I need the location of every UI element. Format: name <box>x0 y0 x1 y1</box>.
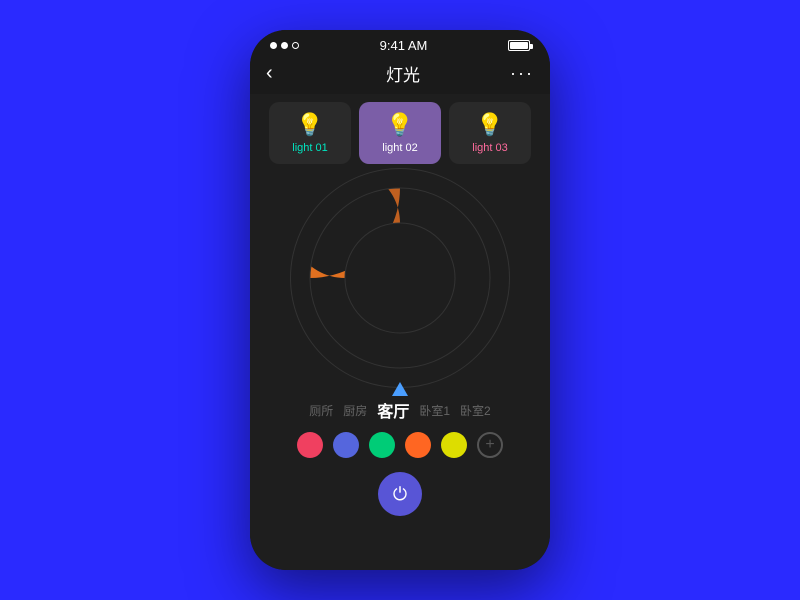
light-label-01: light 01 <box>292 142 327 154</box>
bulb-icon-01: 💡 <box>296 112 323 138</box>
main-content: 💡 light 01 💡 light 02 💡 light 03 <box>250 94 550 570</box>
light-label-03: light 03 <box>472 142 507 154</box>
signal-dots <box>270 42 299 49</box>
dot-2 <box>281 42 288 49</box>
color-swatches: + <box>297 432 503 458</box>
status-bar: 9:41 AM <box>250 30 550 57</box>
room-tab-woshi2[interactable]: 卧室2 <box>460 402 491 419</box>
swatch-blue[interactable] <box>333 432 359 458</box>
status-time: 9:41 AM <box>380 38 428 53</box>
wheel-pointer <box>392 382 408 396</box>
more-button[interactable]: ··· <box>510 63 534 84</box>
power-icon: ⏻ <box>393 484 407 505</box>
add-swatch-button[interactable]: + <box>477 432 503 458</box>
light-label-02: light 02 <box>382 142 417 154</box>
room-tab-chufang[interactable]: 厨房 <box>343 402 367 419</box>
bulb-icon-03: 💡 <box>476 112 503 138</box>
bulb-icon-02: 💡 <box>386 112 413 138</box>
back-button[interactable]: ‹ <box>266 62 296 85</box>
light-cards-container: 💡 light 01 💡 light 02 💡 light 03 <box>262 102 538 164</box>
room-tab-ceso[interactable]: 厕所 <box>309 402 333 419</box>
phone-frame: 9:41 AM ‹ 灯光 ··· 💡 light 01 💡 light 02 💡… <box>250 30 550 570</box>
swatch-orange[interactable] <box>405 432 431 458</box>
page-title: 灯光 <box>386 61 420 86</box>
dot-1 <box>270 42 277 49</box>
room-tab-keting[interactable]: 客厅 <box>377 398 409 422</box>
battery-icon <box>508 40 530 51</box>
light-card-02[interactable]: 💡 light 02 <box>359 102 441 164</box>
room-tab-woshi1[interactable]: 卧室1 <box>419 402 450 419</box>
nav-bar: ‹ 灯光 ··· <box>250 57 550 94</box>
color-wheel-svg[interactable] <box>300 178 500 378</box>
swatch-green[interactable] <box>369 432 395 458</box>
dot-3 <box>292 42 299 49</box>
swatch-red[interactable] <box>297 432 323 458</box>
swatch-yellow[interactable] <box>441 432 467 458</box>
power-button[interactable]: ⏻ <box>378 472 422 516</box>
light-card-01[interactable]: 💡 light 01 <box>269 102 351 164</box>
battery-fill <box>510 42 528 49</box>
light-card-03[interactable]: 💡 light 03 <box>449 102 531 164</box>
color-wheel-container[interactable] <box>300 178 500 378</box>
room-tabs: 厕所 厨房 客厅 卧室1 卧室2 <box>309 398 490 422</box>
